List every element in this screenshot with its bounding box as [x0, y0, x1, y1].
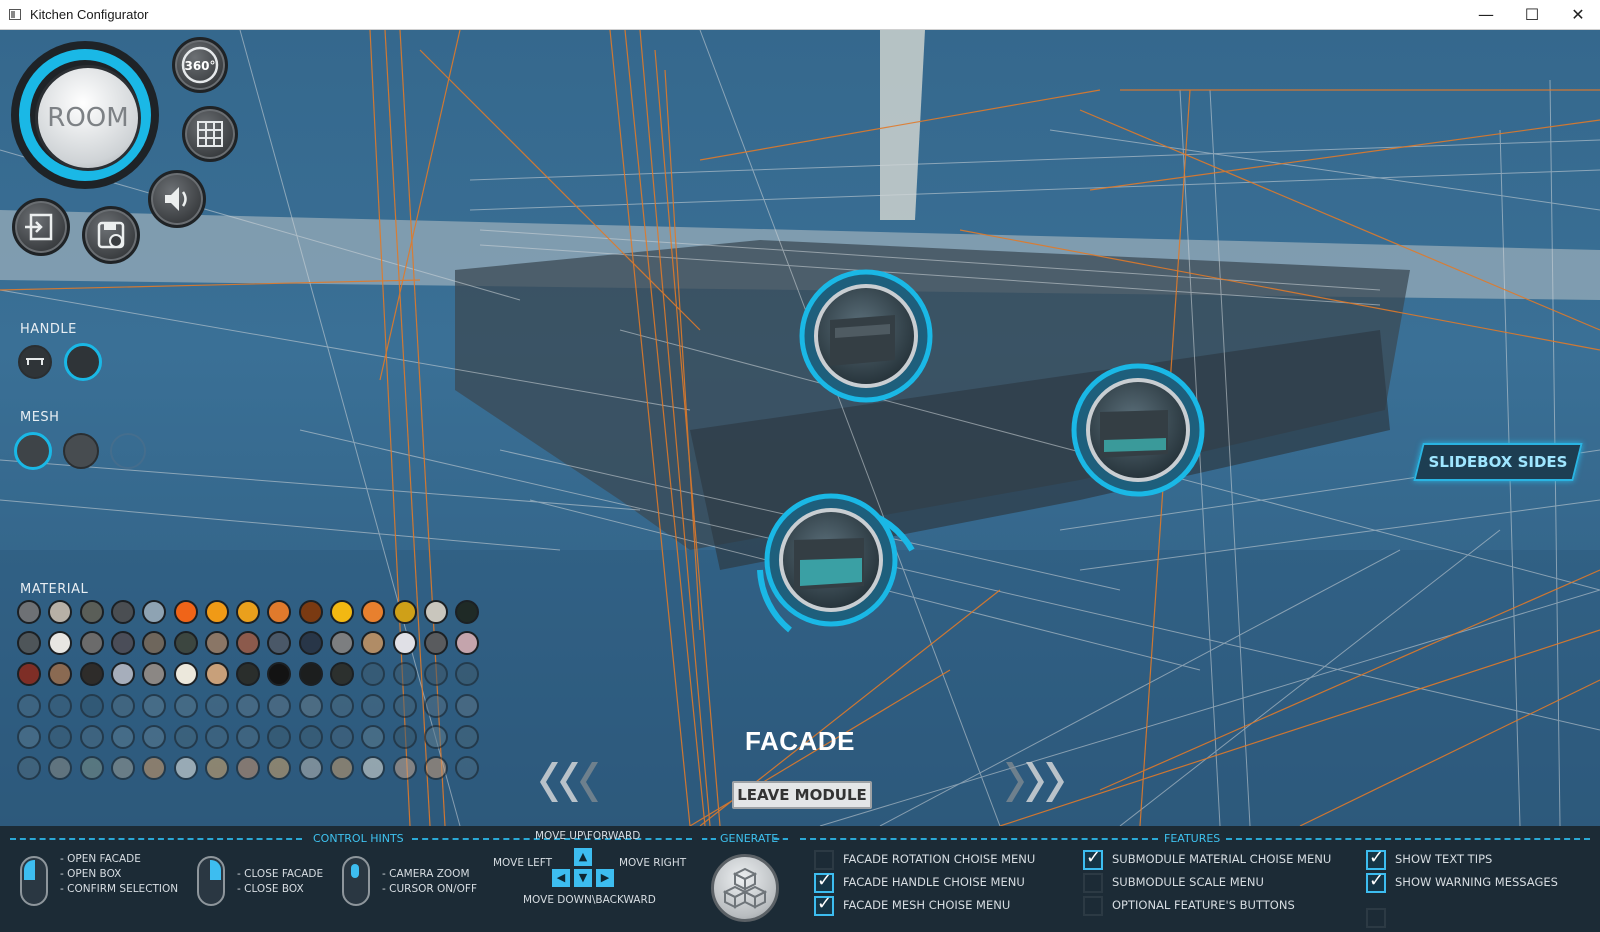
check-icon: ✓ — [1369, 847, 1385, 868]
control-hints-title: CONTROL HINTS — [313, 832, 404, 845]
move-down-label: MOVE DOWN\BACKWARD — [523, 894, 656, 906]
feature-label: SHOW WARNING MESSAGES — [1395, 875, 1558, 889]
check-icon: ✓ — [1086, 847, 1102, 868]
move-right-label: MOVE RIGHT — [619, 857, 687, 869]
window-title: Kitchen Configurator — [30, 7, 149, 22]
features-title: FEATURES — [1164, 832, 1221, 845]
module-pod-facade-selected[interactable] — [757, 493, 915, 633]
feature-label: SHOW TEXT TIPS — [1395, 852, 1493, 866]
feature-checkbox[interactable] — [1083, 896, 1103, 916]
check-icon: ✓ — [817, 870, 833, 891]
leave-module-button[interactable]: LEAVE MODULE — [732, 781, 872, 809]
app-icon — [9, 9, 21, 20]
mouse-wheel-icon — [342, 856, 370, 906]
cubes-icon — [722, 867, 768, 909]
generate-title: GENERATE — [720, 832, 779, 845]
feature-checkbox[interactable] — [1366, 908, 1386, 928]
feature-label: OPTIONAL FEATURE'S BUTTONS — [1112, 898, 1295, 912]
feature-label: SUBMODULE MATERIAL CHOISE MENU — [1112, 852, 1332, 866]
slidebox-sides-button[interactable]: SLIDEBOX SIDES — [1413, 443, 1583, 481]
feature-label: FACADE ROTATION CHOISE MENU — [843, 852, 1036, 866]
title-bar: Kitchen Configurator — ☐ ✕ — [0, 0, 1600, 30]
generate-divider-left — [702, 838, 716, 840]
feature-label: FACADE MESH CHOISE MENU — [843, 898, 1011, 912]
features-divider-right — [1226, 838, 1590, 840]
feature-label: SUBMODULE SCALE MENU — [1112, 875, 1264, 889]
module-title: FACADE — [745, 726, 855, 756]
check-icon: ✓ — [1369, 870, 1385, 891]
bottom-panel: CONTROL HINTS GENERATE FEATURES - OPEN F… — [0, 826, 1600, 932]
module-pod-right[interactable] — [1071, 363, 1205, 497]
move-left-label: MOVE LEFT — [493, 857, 553, 869]
mouse-right-click-icon — [197, 856, 225, 906]
arrow-up-key-icon: ▲ — [574, 848, 592, 866]
chevron-left-icon[interactable] — [534, 758, 614, 806]
control-hints-divider-left — [10, 838, 302, 840]
feature-checkbox[interactable]: ✓ — [1083, 847, 1103, 870]
arrow-left-key-icon: ◀ — [552, 869, 570, 887]
module-pod-top[interactable] — [799, 269, 933, 403]
maximize-button[interactable]: ☐ — [1509, 0, 1555, 30]
feature-checkbox[interactable]: ✓ — [1366, 870, 1386, 893]
feature-checkbox[interactable]: ✓ — [814, 870, 834, 893]
generate-button[interactable] — [711, 854, 779, 922]
mouse-left-click-icon — [20, 856, 48, 906]
scene-viewport[interactable]: ROOM 360° HANDLE MESH MATERIAL SLIDEBOX … — [0, 30, 1600, 826]
chevron-right-icon[interactable] — [990, 758, 1070, 806]
arrow-down-key-icon: ▼ — [574, 869, 592, 887]
feature-checkbox[interactable]: ✓ — [814, 893, 834, 916]
check-icon: ✓ — [817, 893, 833, 914]
feature-checkbox[interactable]: ✓ — [1366, 847, 1386, 870]
hint-left-click: - OPEN FACADE - OPEN BOX - CONFIRM SELEC… — [60, 853, 179, 895]
arrow-right-key-icon: ▶ — [596, 869, 614, 887]
feature-checkbox[interactable] — [814, 850, 834, 870]
move-up-label: MOVE UP\FORWARD — [535, 830, 641, 842]
features-divider-left — [800, 838, 1158, 840]
minimize-button[interactable]: — — [1463, 0, 1509, 30]
hint-middle-click: - CAMERA ZOOM - CURSOR ON/OFF — [382, 868, 478, 895]
feature-label: FACADE HANDLE CHOISE MENU — [843, 875, 1025, 889]
feature-checkbox[interactable] — [1083, 873, 1103, 893]
close-button[interactable]: ✕ — [1555, 0, 1600, 30]
module-pods — [757, 269, 1205, 633]
slidebox-sides-label: SLIDEBOX SIDES — [1428, 453, 1568, 471]
hint-right-click: - CLOSE FACADE - CLOSE BOX — [237, 868, 324, 895]
